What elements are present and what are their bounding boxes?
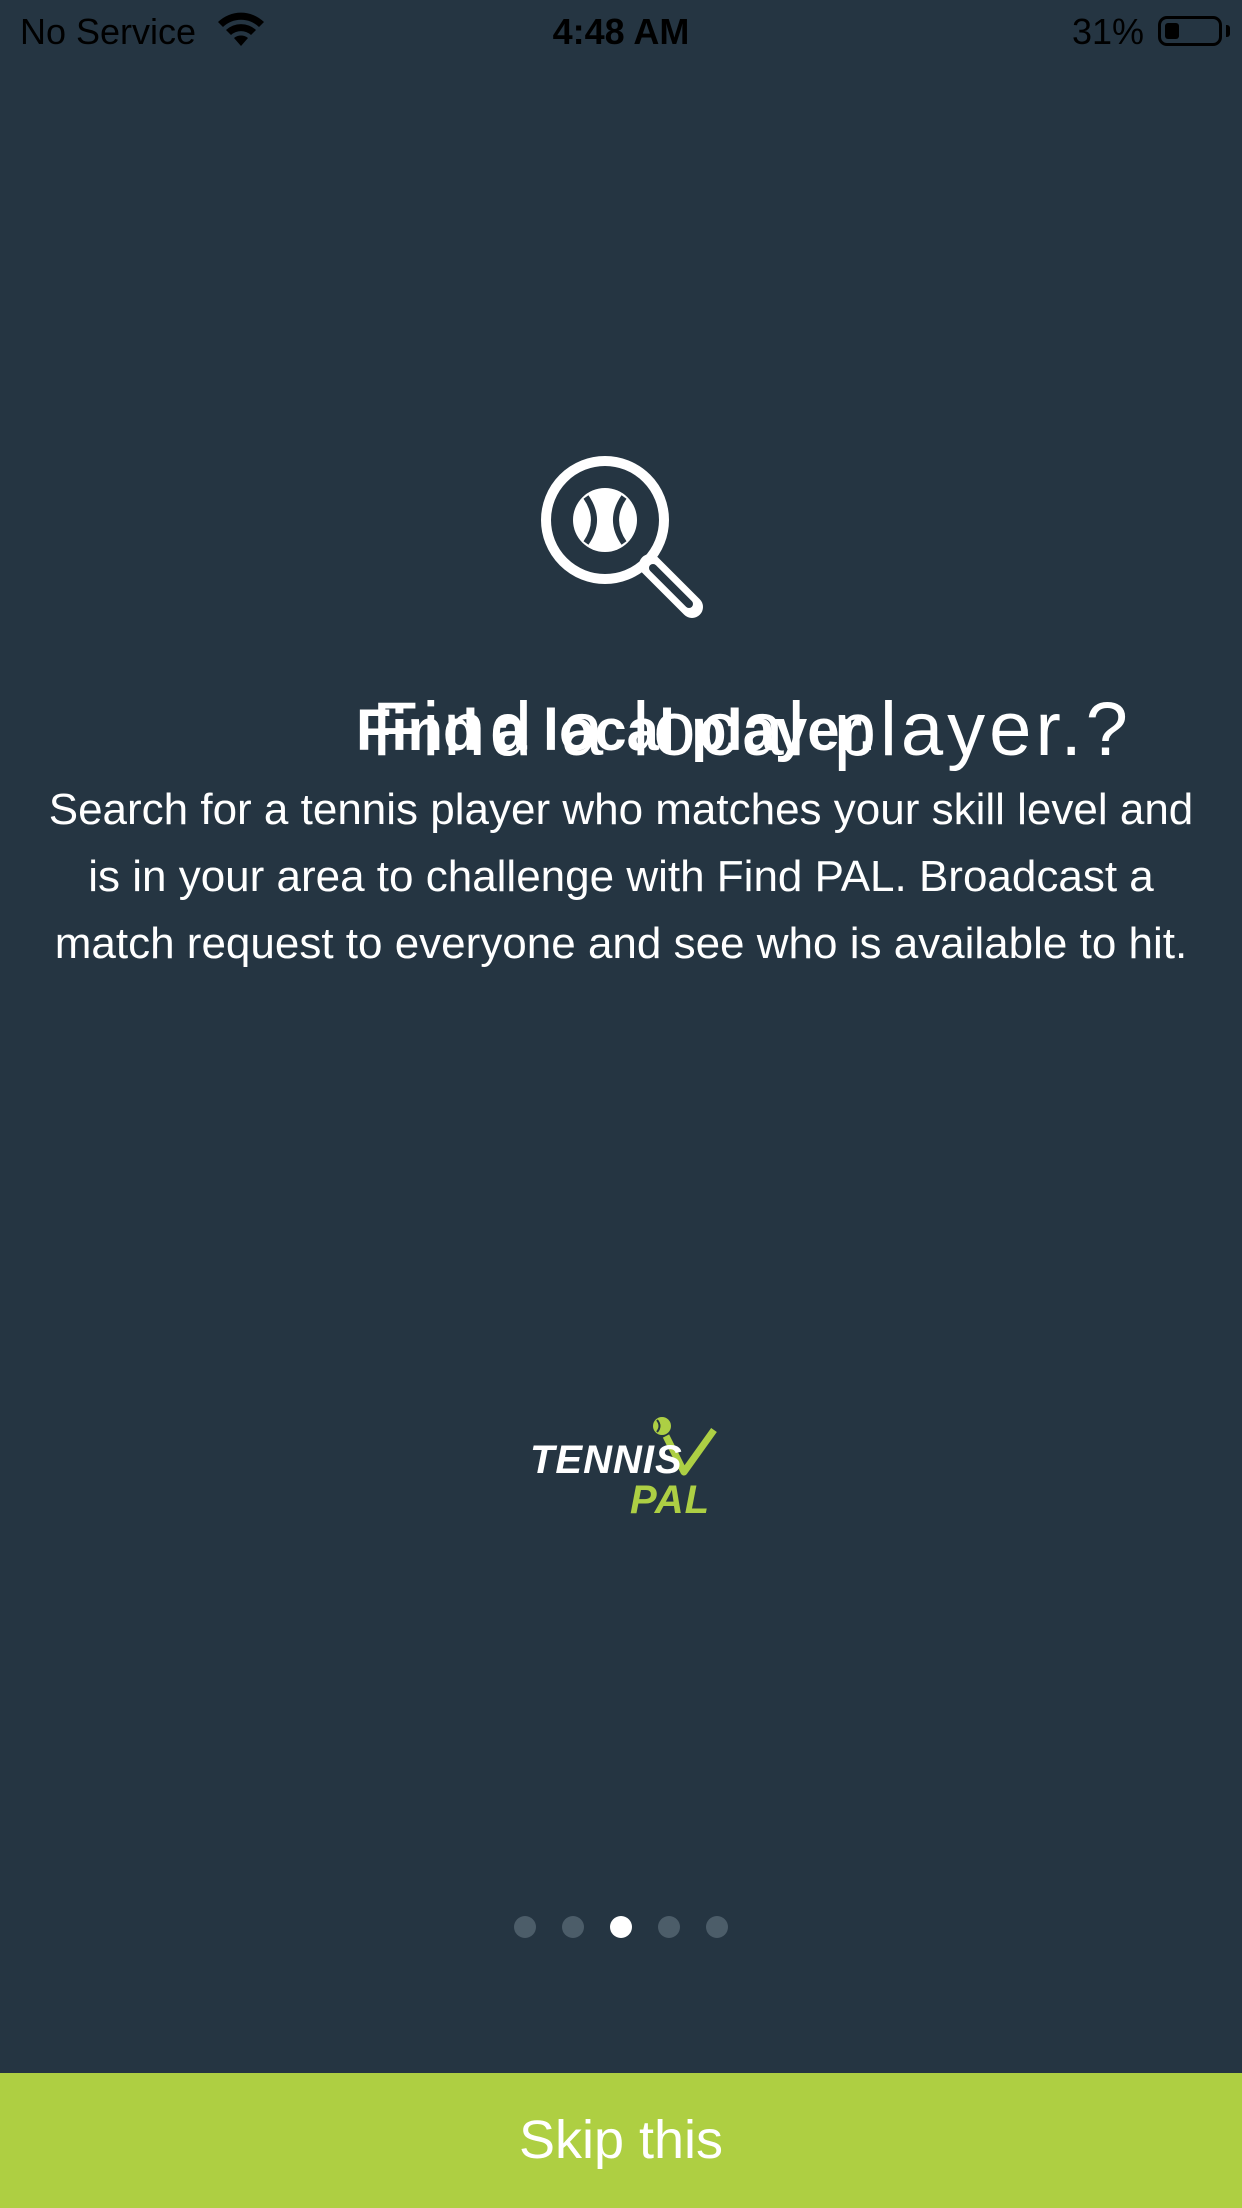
page-dot-2[interactable] — [562, 1916, 584, 1938]
page-indicator[interactable] — [0, 1916, 1242, 1940]
battery-tip — [1226, 25, 1230, 37]
status-bar: No Service 4:48 AM 31% — [0, 0, 1242, 62]
page-dot-5[interactable] — [706, 1916, 728, 1938]
magnifier-tennis-ball-icon — [541, 456, 703, 618]
page-dot-4[interactable] — [658, 1916, 680, 1938]
skip-button[interactable]: Skip this — [0, 2073, 1242, 2208]
battery-icon — [1158, 16, 1222, 46]
battery-level-fill — [1165, 23, 1179, 39]
onboarding-title: Find a local player.? Find a local playe… — [0, 685, 1242, 775]
page-dot-1[interactable] — [514, 1916, 536, 1938]
page-title: Find a local player. — [356, 698, 875, 763]
page-dot-3-active[interactable] — [610, 1916, 632, 1938]
clock: 4:48 AM — [552, 11, 690, 52]
onboarding-description: Search for a tennis player who matches y… — [48, 785, 1194, 968]
battery-percent: 31% — [1071, 11, 1144, 52]
tennis-pal-logo: TENNIS PAL — [528, 1416, 718, 1522]
logo-text-tennis: TENNIS — [530, 1438, 683, 1482]
logo-text-pal: PAL — [630, 1478, 711, 1522]
